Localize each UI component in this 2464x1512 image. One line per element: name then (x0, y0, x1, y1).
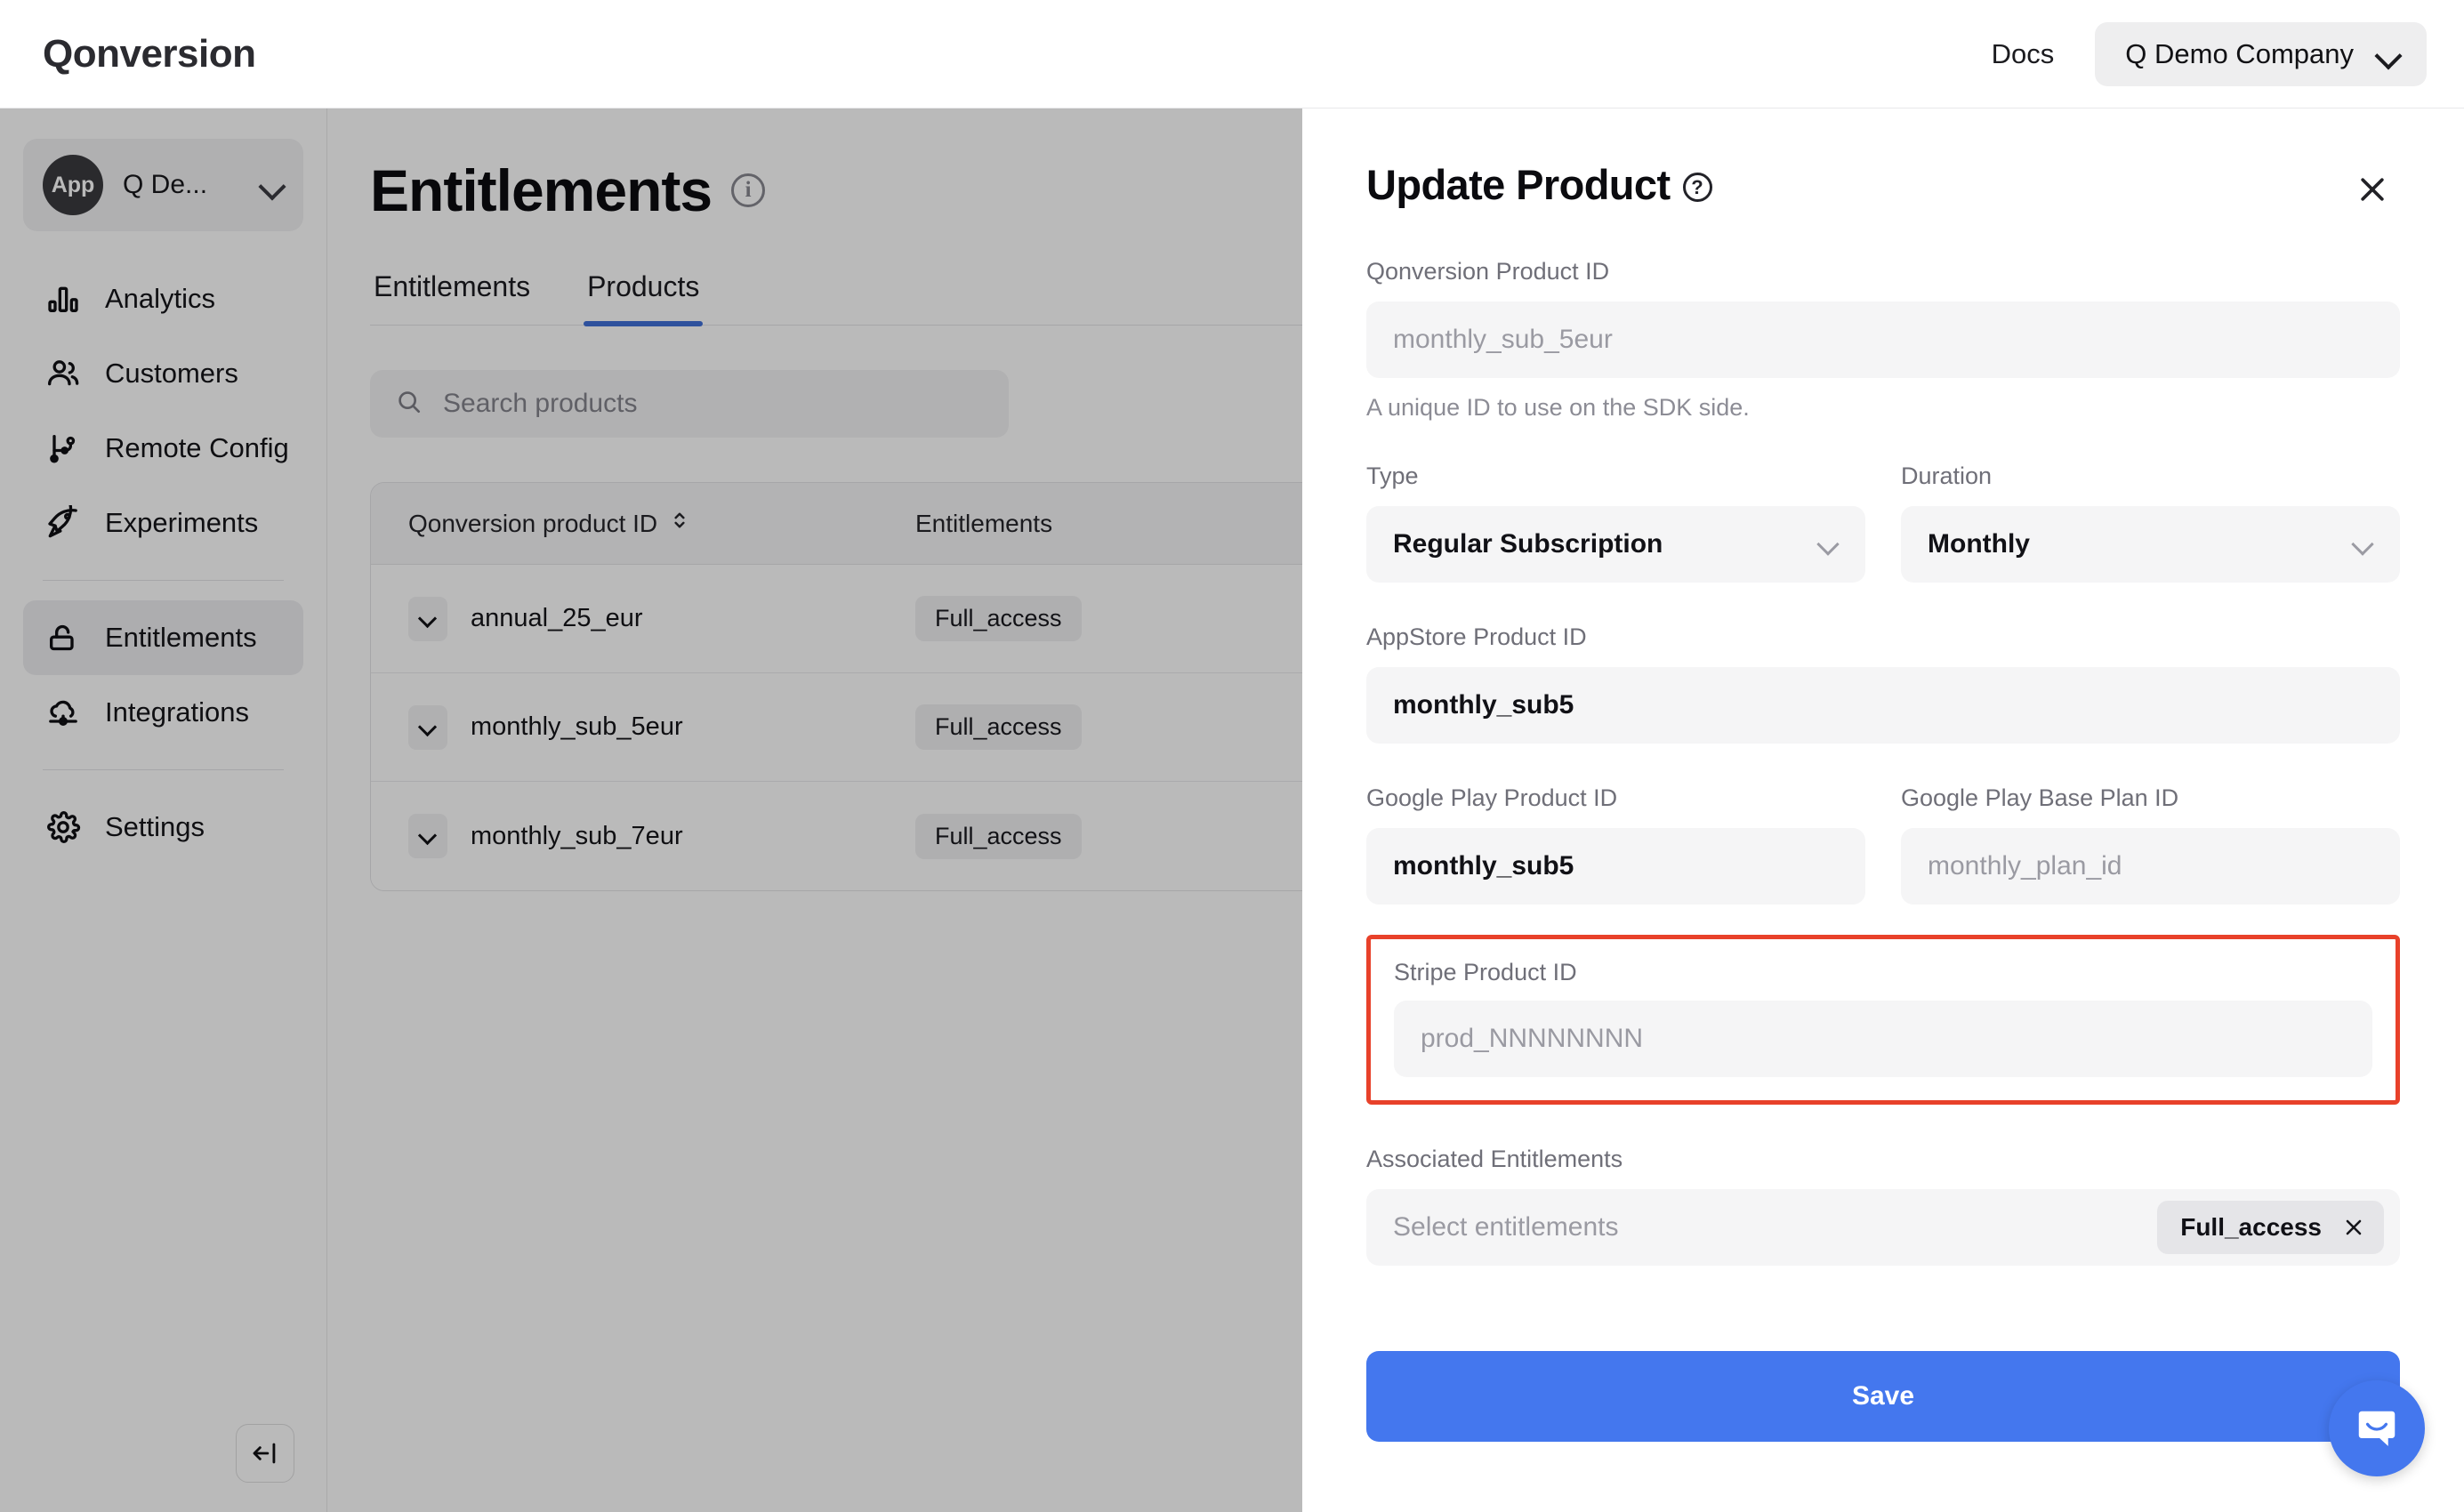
update-product-drawer: Update Product ? Qonversion Product ID m… (1302, 109, 2464, 1512)
field-label: Stripe Product ID (1394, 959, 1577, 985)
type-duration-row: Type Regular Subscription Duration Month… (1366, 462, 2400, 583)
type-selected-value: Regular Subscription (1393, 529, 1663, 559)
google-play-product-id-input[interactable]: monthly_sub5 (1366, 828, 1865, 905)
appstore-product-id-input[interactable]: monthly_sub5 (1366, 667, 2400, 744)
topbar-actions: Docs Q Demo Company (1992, 21, 2427, 86)
field-label: Type (1366, 462, 1419, 489)
field-type: Type Regular Subscription (1366, 462, 1865, 583)
company-name: Q Demo Company (2125, 37, 2354, 69)
chevron-down-icon (1819, 535, 1839, 554)
question-circle-icon[interactable]: ? (1682, 173, 1712, 202)
associated-entitlements-placeholder: Select entitlements (1393, 1212, 1619, 1242)
entitlement-chip: Full_access (2157, 1201, 2384, 1254)
duration-select[interactable]: Monthly (1901, 506, 2400, 583)
chevron-down-icon (2377, 43, 2400, 66)
close-icon[interactable] (2341, 1215, 2366, 1240)
duration-selected-value: Monthly (1928, 529, 2030, 559)
field-label: Duration (1901, 462, 1993, 489)
field-label: Google Play Base Plan ID (1901, 784, 2179, 811)
field-qonversion-product-id: Qonversion Product ID monthly_sub_5eur A… (1366, 258, 2400, 422)
chip-label: Full_access (2180, 1213, 2322, 1241)
field-label: Qonversion Product ID (1366, 258, 1610, 285)
google-play-base-plan-id-input[interactable]: monthly_plan_id (1901, 828, 2400, 905)
drawer-title: Update Product (1366, 161, 1671, 208)
field-google-play-base-plan-id: Google Play Base Plan ID monthly_plan_id (1901, 784, 2400, 905)
qonversion-product-id-input[interactable]: monthly_sub_5eur (1366, 302, 2400, 378)
field-help-text: A unique ID to use on the SDK side. (1366, 394, 1750, 421)
modal-overlay[interactable] (0, 109, 1302, 1512)
field-associated-entitlements: Associated Entitlements Select entitleme… (1366, 1146, 2400, 1266)
drawer-header: Update Product ? (1366, 160, 2400, 217)
docs-link[interactable]: Docs (1992, 38, 2055, 70)
field-appstore-product-id: AppStore Product ID monthly_sub5 (1366, 623, 2400, 744)
field-label: Associated Entitlements (1366, 1146, 1623, 1172)
intercom-messenger-icon[interactable] (2329, 1380, 2425, 1476)
close-icon[interactable] (2345, 162, 2400, 217)
google-play-row: Google Play Product ID monthly_sub5 Goog… (1366, 784, 2400, 905)
field-duration: Duration Monthly (1901, 462, 2400, 583)
app-root: Qonversion Docs Q Demo Company App Q De.… (0, 0, 2464, 1512)
chevron-down-icon (2354, 535, 2373, 554)
stripe-product-id-input[interactable]: prod_NNNNNNNN (1394, 1001, 2372, 1077)
stripe-product-id-highlight: Stripe Product ID prod_NNNNNNNN (1366, 935, 2400, 1105)
field-label: AppStore Product ID (1366, 623, 1587, 650)
company-switcher[interactable]: Q Demo Company (2095, 21, 2427, 86)
field-google-play-product-id: Google Play Product ID monthly_sub5 (1366, 784, 1865, 905)
save-button[interactable]: Save (1366, 1351, 2400, 1442)
field-label: Google Play Product ID (1366, 784, 1618, 811)
type-select[interactable]: Regular Subscription (1366, 506, 1865, 583)
associated-entitlements-select[interactable]: Select entitlements Full_access (1366, 1189, 2400, 1266)
top-bar: Qonversion Docs Q Demo Company (0, 0, 2464, 109)
brand-logo[interactable]: Qonversion (43, 32, 256, 76)
